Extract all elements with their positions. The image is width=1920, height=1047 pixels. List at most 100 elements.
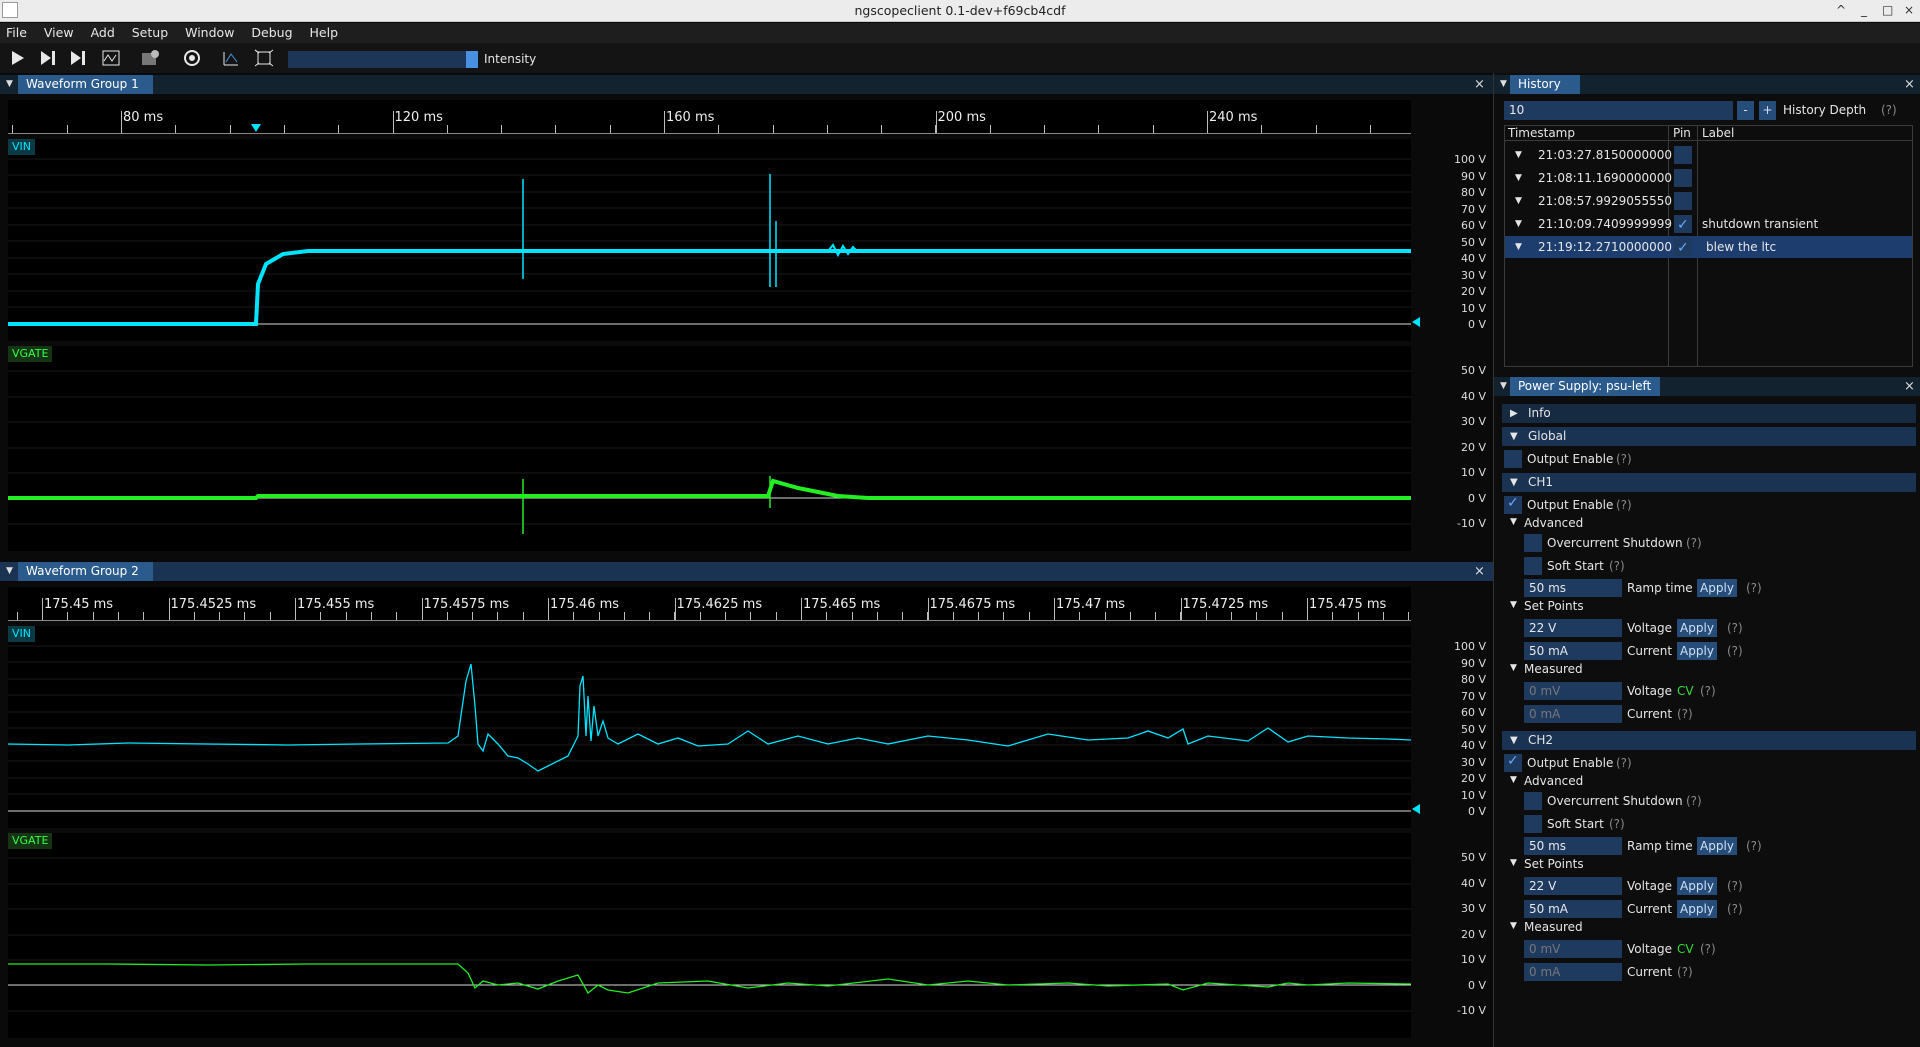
ch2-measured-node[interactable]: Measured xyxy=(1524,920,1583,934)
ch1-soft-start-checkbox[interactable] xyxy=(1524,557,1542,575)
pin-checkbox[interactable] xyxy=(1674,237,1692,259)
history-row[interactable]: ▼ 21:08:57.9929055550 xyxy=(1505,190,1912,212)
help-marker[interactable]: (?) xyxy=(1727,879,1743,893)
ch2-ocp-checkbox[interactable] xyxy=(1524,792,1542,810)
psu-global-header[interactable]: ▼ Global xyxy=(1502,427,1916,446)
help-marker[interactable]: (?) xyxy=(1677,965,1693,979)
help-marker[interactable]: (?) xyxy=(1616,498,1632,512)
collapse-icon[interactable]: ▼ xyxy=(1510,775,1517,785)
history-depth-increment-button[interactable]: + xyxy=(1759,101,1776,120)
history-row[interactable]: ▼ 21:19:12.2710000000 blew the ltc xyxy=(1505,236,1912,259)
run-icon[interactable] xyxy=(8,49,28,67)
ch1-header[interactable]: ▼ CH1 xyxy=(1502,473,1916,492)
window-close-button[interactable]: × xyxy=(1904,0,1914,21)
ch1-voltage-setpoint-input[interactable]: 22 V xyxy=(1524,619,1622,637)
ch2-voltage-setpoint-input[interactable]: 22 V xyxy=(1524,877,1622,895)
column-pin[interactable]: Pin xyxy=(1673,126,1691,141)
timeline-ruler-1[interactable]: 80 ms 120 ms 160 ms 200 ms 240 ms xyxy=(8,100,1411,134)
collapse-icon[interactable]: ▼ xyxy=(6,566,13,576)
close-icon[interactable]: × xyxy=(1904,75,1915,94)
help-marker[interactable]: (?) xyxy=(1686,794,1702,808)
timeline-ruler-2[interactable]: 175.45 ms 175.4525 ms 175.455 ms 175.4575 m… xyxy=(8,587,1411,621)
menu-add[interactable]: Add xyxy=(91,23,122,43)
collapse-icon[interactable]: ▼ xyxy=(6,79,13,89)
column-label[interactable]: Label xyxy=(1702,126,1734,141)
close-icon[interactable]: × xyxy=(1904,377,1915,396)
history-row[interactable]: ▼ 21:08:11.1690000000 xyxy=(1505,167,1912,189)
ch1-output-enable-checkbox[interactable] xyxy=(1504,495,1522,514)
ch2-output-enable-checkbox[interactable] xyxy=(1504,753,1522,772)
menu-help[interactable]: Help xyxy=(310,23,346,43)
collapse-icon[interactable]: ▼ xyxy=(1510,600,1517,610)
expand-icon[interactable]: ▼ xyxy=(1515,167,1522,189)
collapse-icon[interactable]: ▼ xyxy=(1500,381,1507,391)
vin-offset-marker-icon[interactable] xyxy=(1412,317,1420,327)
ch1-setpoints-node[interactable]: Set Points xyxy=(1524,599,1584,613)
menu-file[interactable]: File xyxy=(6,23,34,43)
pin-checkbox[interactable] xyxy=(1674,169,1692,187)
intensity-slider-grab[interactable] xyxy=(466,51,478,68)
ch2-header[interactable]: ▼ CH2 xyxy=(1502,731,1916,750)
close-icon[interactable]: × xyxy=(1474,562,1485,581)
pin-checkbox[interactable] xyxy=(1674,192,1692,210)
tab-history[interactable]: History xyxy=(1510,75,1580,94)
global-output-enable-checkbox[interactable] xyxy=(1504,450,1522,468)
help-marker[interactable]: (?) xyxy=(1616,756,1632,770)
menu-debug[interactable]: Debug xyxy=(251,23,299,43)
help-marker[interactable]: (?) xyxy=(1700,684,1716,698)
menu-window[interactable]: Window xyxy=(185,23,241,43)
run-force-icon[interactable] xyxy=(68,49,88,67)
history-depth-input[interactable]: 10 xyxy=(1504,101,1733,120)
run-single-icon[interactable] xyxy=(38,49,58,67)
expand-icon[interactable]: ▼ xyxy=(1515,190,1522,212)
psu-info-header[interactable]: ▶ Info xyxy=(1502,404,1916,423)
collapse-icon[interactable]: ▼ xyxy=(1510,663,1517,673)
help-marker[interactable]: (?) xyxy=(1727,644,1743,658)
close-icon[interactable]: × xyxy=(1474,75,1485,94)
help-marker[interactable]: (?) xyxy=(1746,839,1762,853)
vgate-plot-2[interactable]: VGATE xyxy=(8,833,1411,1038)
ch1-measured-node[interactable]: Measured xyxy=(1524,662,1583,676)
column-timestamp[interactable]: Timestamp xyxy=(1508,126,1575,141)
help-marker[interactable]: (?) xyxy=(1727,621,1743,635)
expand-icon[interactable]: ▼ xyxy=(1515,236,1522,258)
ch1-current-apply-button[interactable]: Apply xyxy=(1677,642,1717,660)
measure-icon[interactable] xyxy=(221,49,241,67)
ch1-current-setpoint-input[interactable]: 50 mA xyxy=(1524,642,1622,660)
trigger-marker-icon[interactable] xyxy=(251,124,261,132)
ch2-ramp-apply-button[interactable]: Apply xyxy=(1697,837,1737,855)
help-marker[interactable]: (?) xyxy=(1616,452,1632,466)
help-marker[interactable]: (?) xyxy=(1727,902,1743,916)
pin-checkbox[interactable] xyxy=(1674,146,1692,164)
window-minimize-button[interactable]: _ xyxy=(1861,0,1867,21)
ch2-ramp-time-input[interactable]: 50 ms xyxy=(1524,837,1622,855)
vin-offset-marker-icon[interactable] xyxy=(1412,804,1420,814)
pin-checkbox[interactable] xyxy=(1674,214,1692,236)
add-instrument-icon[interactable] xyxy=(140,49,160,67)
ch1-ramp-apply-button[interactable]: Apply xyxy=(1697,579,1737,597)
window-shade-button[interactable]: ^ xyxy=(1836,0,1846,21)
help-marker[interactable]: (?) xyxy=(1700,942,1716,956)
history-row[interactable]: ▼ 21:03:27.8150000000 xyxy=(1505,144,1912,166)
history-row[interactable]: ▼ 21:10:09.7409999999 shutdown transient xyxy=(1505,213,1912,236)
settings-icon[interactable] xyxy=(182,49,202,67)
vgate-plot-1[interactable]: VGATE xyxy=(8,346,1411,551)
help-marker[interactable]: (?) xyxy=(1609,817,1625,831)
history-label[interactable]: blew the ltc xyxy=(1706,236,1776,258)
tab-waveform-group-2[interactable]: Waveform Group 2 xyxy=(18,562,153,581)
history-depth-decrement-button[interactable]: - xyxy=(1737,101,1754,120)
vin-plot-1[interactable]: VIN xyxy=(8,139,1411,341)
menu-view[interactable]: View xyxy=(44,23,81,43)
ch2-advanced-node[interactable]: Advanced xyxy=(1524,774,1583,788)
tab-waveform-group-1[interactable]: Waveform Group 1 xyxy=(18,75,153,94)
history-label[interactable]: shutdown transient xyxy=(1702,213,1818,235)
collapse-icon[interactable]: ▼ xyxy=(1510,858,1517,868)
ch1-ramp-time-input[interactable]: 50 ms xyxy=(1524,579,1622,597)
help-marker[interactable]: (?) xyxy=(1881,103,1897,117)
collapse-icon[interactable]: ▼ xyxy=(1510,921,1517,931)
help-marker[interactable]: (?) xyxy=(1686,536,1702,550)
expand-icon[interactable]: ▼ xyxy=(1515,144,1522,166)
tab-power-supply[interactable]: Power Supply: psu-left xyxy=(1510,377,1660,396)
collapse-icon[interactable]: ▼ xyxy=(1510,517,1517,527)
ch1-ocp-checkbox[interactable] xyxy=(1524,534,1542,552)
